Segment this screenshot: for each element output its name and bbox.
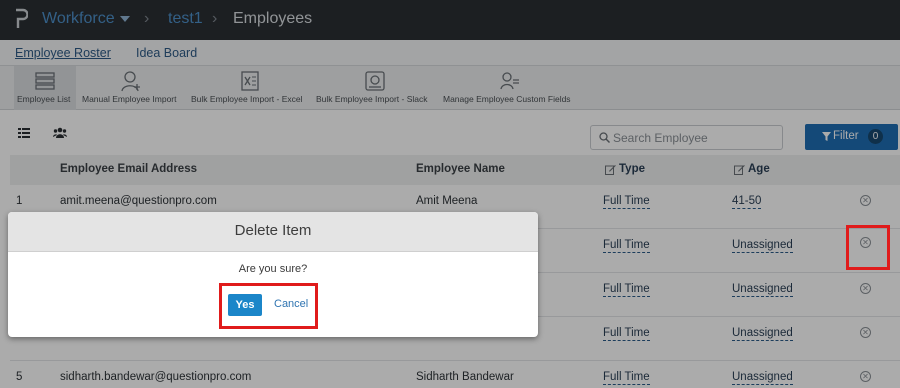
dialog-title: Delete Item [234, 222, 312, 239]
highlight-box [846, 225, 890, 270]
dialog-message: Are you sure? [238, 263, 308, 275]
highlight-box [219, 283, 318, 329]
dialog-header: Delete Item [8, 212, 538, 252]
